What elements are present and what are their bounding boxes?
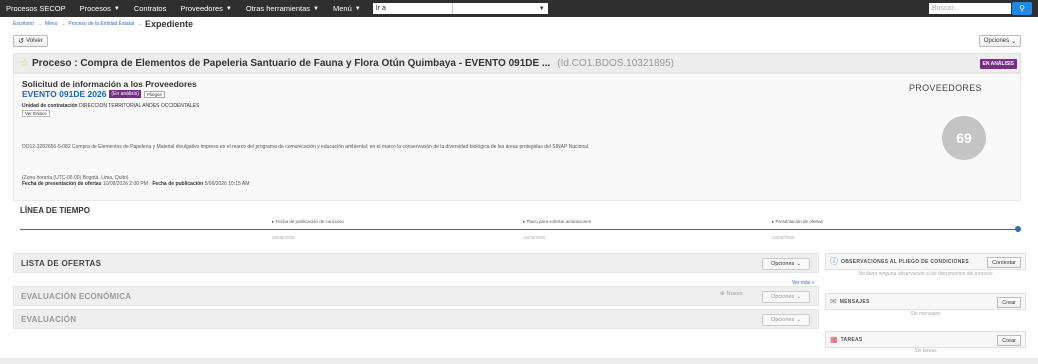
page-title: Expediente xyxy=(144,19,193,29)
chevron-down-icon: ⌄ xyxy=(1011,38,1017,45)
status-badge: EN ANÁLISIS xyxy=(979,59,1017,69)
ofertas-options-button[interactable]: Opciones ⌄ xyxy=(762,258,810,270)
timeline-date: 05/06/2026 xyxy=(272,235,295,240)
search-icon: ⚲ xyxy=(1019,4,1025,13)
caret-down-icon: ▼ xyxy=(113,5,120,12)
crear-tarea-button[interactable]: Crear xyxy=(997,335,1021,346)
main-menu: Procesos SECOP Procesos ▼ Contratos Prove… xyxy=(0,0,548,17)
event-line: EVENTO 091DE 2026 (En análisis) Pliegos xyxy=(22,89,165,99)
goto-dropdown[interactable]: ▼ xyxy=(451,3,548,14)
menu-item-contratos[interactable]: Contratos xyxy=(128,4,175,13)
chevron-down-icon: ⌄ xyxy=(796,317,801,323)
event-name: EVENTO 091DE 2026 xyxy=(22,89,107,99)
info-circle-icon: ⓘ xyxy=(830,257,838,266)
menu-item-proveedores[interactable]: Proveedores ▼ xyxy=(174,4,239,13)
process-info-panel: Solicitud de información a los Proveedor… xyxy=(13,73,1021,201)
options-button[interactable]: Opciones ⌄ xyxy=(979,35,1021,47)
crear-mensaje-button[interactable]: Crear xyxy=(997,297,1021,308)
caret-down-icon: ▼ xyxy=(538,5,545,12)
process-description: DO12-3282656-5-082 Compra de Elementos d… xyxy=(22,144,590,150)
contestar-button[interactable]: Contestar xyxy=(987,257,1021,268)
back-button[interactable]: ↺ Volver xyxy=(13,35,48,47)
arrow-right-icon: → xyxy=(136,21,142,27)
process-dates: Fecha de presentación de ofertas 10/09/2… xyxy=(22,181,250,187)
providers-count[interactable]: 69 xyxy=(942,116,986,160)
caret-down-icon: ▼ xyxy=(313,5,319,12)
event-status-tag: (En análisis) xyxy=(109,90,141,98)
timeline-label: ▸ Presentación de ofertas xyxy=(772,219,824,224)
menu-item-menu[interactable]: Menú ▼ xyxy=(327,4,369,13)
section-lista-ofertas[interactable]: LISTA DE OFERTAS Opciones ⌄ xyxy=(13,253,819,273)
envelope-icon: ✉ xyxy=(830,297,837,306)
star-icon[interactable]: ☆ xyxy=(20,58,29,69)
process-header: ☆ Proceso : Compra de Elementos de Papel… xyxy=(13,53,1021,73)
tareas-empty-note: Sin tareas xyxy=(914,348,937,354)
footer-bar xyxy=(0,358,1038,364)
arrow-right-icon: → xyxy=(36,21,42,27)
breadcrumb-item-proceso[interactable]: Proceso de la Entidad Estatal xyxy=(68,21,134,27)
timeline-line xyxy=(20,229,1018,230)
contracting-unit: Unidad de contratación DIRECCION TERRITO… xyxy=(22,103,200,109)
menu-item-procesos-secop[interactable]: Procesos SECOP xyxy=(0,4,74,13)
observaciones-empty-note: No tiene ninguna observación a los docum… xyxy=(858,271,993,277)
process-id: (Id.CO1.BDOS.10321895) xyxy=(557,57,674,69)
pliegos-tag[interactable]: Pliegos xyxy=(143,90,165,98)
search-input[interactable]: Buscar... xyxy=(929,3,1011,14)
economica-options-button[interactable]: Opciones ⌄ xyxy=(762,291,810,303)
section-evaluacion[interactable]: EVALUACIÓN Opciones ⌄ xyxy=(13,309,819,329)
search-button[interactable]: ⚲ xyxy=(1012,2,1032,15)
chevron-down-icon: ⌄ xyxy=(796,294,801,300)
breadcrumb-item-escritorio[interactable]: Escritorio xyxy=(13,21,34,27)
timeline-end-dot xyxy=(1015,226,1021,232)
mensajes-empty-note: Sin mensajes xyxy=(910,311,941,317)
goto-select[interactable]: Ir a xyxy=(372,3,452,14)
timeline-date: 16/03/2026 xyxy=(523,235,546,240)
breadcrumb-item-menu[interactable]: Menú xyxy=(45,21,58,27)
menu-item-procesos[interactable]: Procesos ▼ xyxy=(74,4,128,13)
mensajes-panel-header: ✉ MENSAJES Crear xyxy=(825,293,1026,310)
arrow-right-icon: → xyxy=(60,21,66,27)
menu-item-otras-herramientas[interactable]: Otras herramientas ▼ xyxy=(240,4,327,13)
section-evaluacion-economica[interactable]: EVALUACIÓN ECONÓMICA ⊕ Nuevo Opciones ⌄ xyxy=(13,286,819,306)
observaciones-panel-header: ⓘ OBSERVACIONES AL PLIEGO DE CONDICIONES… xyxy=(825,253,1026,270)
back-arrow-icon: ↺ xyxy=(18,38,25,45)
ver-enlace-button[interactable]: Ver Enlace xyxy=(22,110,50,117)
calendar-icon: ▦ xyxy=(830,335,838,344)
top-navigation-bar: Procesos SECOP Procesos ▼ Contratos Prove… xyxy=(0,0,1038,17)
chevron-down-icon: ⌄ xyxy=(796,261,801,267)
timeline-title: LÍNEA DE TIEMPO xyxy=(20,206,90,215)
caret-down-icon: ▼ xyxy=(225,5,232,12)
caret-down-icon: ▼ xyxy=(354,5,361,12)
tareas-panel-header: ▦ TAREAS Crear xyxy=(825,331,1026,348)
evaluacion-options-button[interactable]: Opciones ⌄ xyxy=(762,314,810,326)
timeline-date: 10/09/2026 xyxy=(772,235,795,240)
process-title: Proceso : Compra de Elementos de Papeler… xyxy=(31,57,551,69)
providers-title: PROVEEDORES xyxy=(909,83,982,93)
breadcrumb: Escritorio → Menú → Proceso de la Entida… xyxy=(13,19,193,29)
timeline-label: ▸ Plazo para solicitar aclaraciones xyxy=(523,219,592,224)
timeline-label: ▸ Fecha de publicación de concurso xyxy=(272,219,344,224)
add-circle-icon: ⊕ xyxy=(720,291,725,297)
info-heading: Solicitud de información a los Proveedor… xyxy=(22,79,197,89)
nuevo-button[interactable]: ⊕ Nuevo xyxy=(720,291,743,297)
